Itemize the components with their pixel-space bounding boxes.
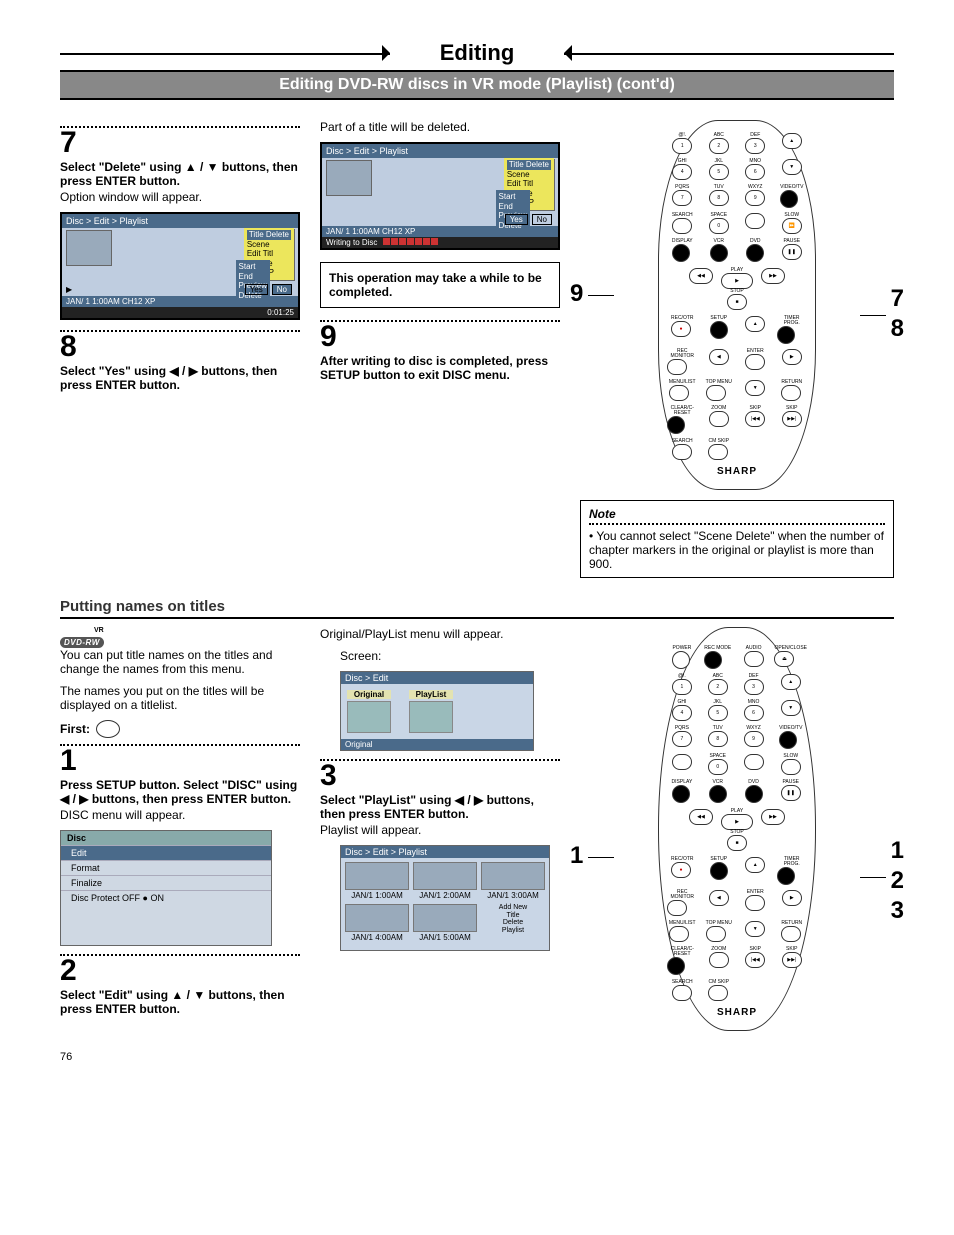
callout-b3: 3 (891, 897, 904, 925)
title-bar: Editing (60, 40, 894, 66)
playlist-side-options: Add New Title Delete Playlist (481, 904, 545, 942)
enter-button (745, 354, 765, 370)
callout-8: 8 (891, 315, 904, 343)
osd-yes-no: YesNo (241, 285, 292, 294)
rew-button: ◀◀ (689, 268, 713, 284)
osd-sub-menu: Start End Preview Delete (236, 260, 270, 302)
osd-step-7: Disc > Edit > Playlist ▶ Title Delete Sc… (60, 212, 300, 320)
up-arrow-icon: ▲ (185, 160, 197, 174)
osd-thumbnail (326, 160, 372, 196)
b-step-1-number: 1 (60, 746, 300, 776)
osd-sub-menu: Start End Preview Delete (496, 190, 530, 232)
step-7-head: Select "Delete" using ▲ / ▼ buttons, the… (60, 160, 300, 188)
osd-writing: Disc > Edit > Playlist Title Delete Scen… (320, 142, 560, 250)
bottom-col-mid: Original/PlayList menu will appear. Scre… (320, 627, 560, 1031)
osd-yes-no: YesNo (501, 215, 552, 224)
page-number: 76 (60, 1051, 894, 1063)
callout-b1-left: 1 (570, 842, 583, 870)
b-step-3-head: Select "PlayList" using ◀ / ▶ buttons, t… (320, 793, 560, 821)
remote-brand: SHARP (667, 466, 807, 477)
remote-bottom: POWER REC MODE AUDIO OPEN/CLOSE⏏ @!.1 AB… (658, 627, 816, 1031)
page-title: Editing (440, 40, 515, 66)
step-8-number: 8 (60, 332, 300, 362)
callout-warning: This operation may take a while to be co… (320, 262, 560, 308)
right-arrow-icon: ▶ (474, 793, 483, 807)
note-body: You cannot select "Scene Delete" when th… (589, 529, 884, 571)
dvd-rw-badge: DVD-RW (60, 637, 104, 648)
b-step-2-head: Select "Edit" using ▲ / ▼ buttons, then … (60, 988, 300, 1016)
intro-2: The names you put on the titles will be … (60, 684, 300, 712)
remote-top: @!.1 ABC2 DEF3 ▲ GHI4 JKL5 MNO6 ▼ PQRS7 … (658, 120, 816, 490)
top-col-right: 9 7 8 @!.1 ABC2 DEF3 ▲ GHI4 JKL5 MNO6 ▼ … (580, 120, 894, 578)
note-title: Note (589, 507, 616, 521)
mid-lead: Part of a title will be deleted. (320, 120, 560, 134)
bottom-col-right: 1 1 2 3 POWER REC MODE AUDIO OPEN/CLOSE⏏… (580, 627, 894, 1031)
bottom-col-left: VR DVD-RW You can put title names on the… (60, 627, 300, 1031)
dpad-left: ◀ (709, 349, 729, 365)
osd-breadcrumb: Disc > Edit > Playlist (62, 214, 298, 228)
step-9-number: 9 (320, 322, 560, 352)
callout-9: 9 (570, 280, 583, 308)
top-col-mid: Part of a title will be deleted. Disc > … (320, 120, 560, 578)
left-arrow-icon: ◀ (60, 792, 69, 806)
top-section: 7 Select "Delete" using ▲ / ▼ buttons, t… (60, 120, 894, 578)
play-indicator-icon: ▶ (66, 285, 72, 294)
bottom-section: VR DVD-RW You can put title names on the… (60, 627, 894, 1031)
left-arrow-icon: ◀ (455, 793, 464, 807)
setup-button (710, 321, 728, 339)
callout-b1: 1 (891, 837, 904, 865)
step-9-head: After writing to disc is completed, pres… (320, 354, 560, 382)
callout-7: 7 (891, 285, 904, 313)
ch-down-button: ▼ (782, 159, 802, 175)
dpad-right: ▶ (782, 349, 802, 365)
left-arrow-icon: ◀ (169, 364, 178, 378)
b-step-3-number: 3 (320, 761, 560, 791)
dpad-up: ▲ (745, 316, 765, 332)
step-8-head: Select "Yes" using ◀ / ▶ buttons, then p… (60, 364, 300, 392)
step-7-body: Option window will appear. (60, 190, 300, 204)
badge-sup: VR (60, 627, 104, 634)
down-arrow-icon: ▼ (207, 160, 219, 174)
b-step-3-body: Playlist will appear. (320, 823, 560, 837)
dpad-down: ▼ (745, 380, 765, 396)
intro-1: You can put title names on the titles an… (60, 648, 300, 676)
right-arrow-icon: ▶ (189, 364, 198, 378)
subtitle-band: Editing DVD-RW discs in VR mode (Playlis… (60, 70, 894, 100)
note-box: Note • You cannot select "Scene Delete" … (580, 500, 894, 578)
up-arrow-icon: ▲ (171, 988, 183, 1002)
down-arrow-icon: ▼ (193, 988, 205, 1002)
b-mid-lead: Original/PlayList menu will appear. (320, 627, 560, 641)
playlist-grid-osd: Disc > Edit > Playlist JAN/1 1:00AM JAN/… (340, 845, 550, 951)
screen-label: Screen: (340, 649, 560, 663)
osd-thumbnail (66, 230, 112, 266)
ff-button: ▶▶ (761, 268, 785, 284)
first-line: First: (60, 720, 300, 738)
section-2-title: Putting names on titles (60, 598, 894, 619)
step-7-number: 7 (60, 128, 300, 158)
disc-icon (96, 720, 120, 738)
b-step-1-body: DISC menu will appear. (60, 808, 300, 822)
b-step-1-head: Press SETUP button. Select "DISC" using … (60, 778, 300, 806)
progress-blocks (383, 238, 439, 247)
edit-menu-osd: Disc > Edit Original PlayList Original (340, 671, 534, 751)
ch-up-button: ▲ (782, 133, 802, 149)
b-step-2-number: 2 (60, 956, 300, 986)
top-col-left: 7 Select "Delete" using ▲ / ▼ buttons, t… (60, 120, 300, 578)
callout-b2: 2 (891, 867, 904, 895)
disc-menu-osd: Disc Edit Format Finalize Disc Protect O… (60, 830, 272, 946)
play-button: ▶ (721, 273, 753, 289)
stop-button: ■ (727, 294, 747, 310)
